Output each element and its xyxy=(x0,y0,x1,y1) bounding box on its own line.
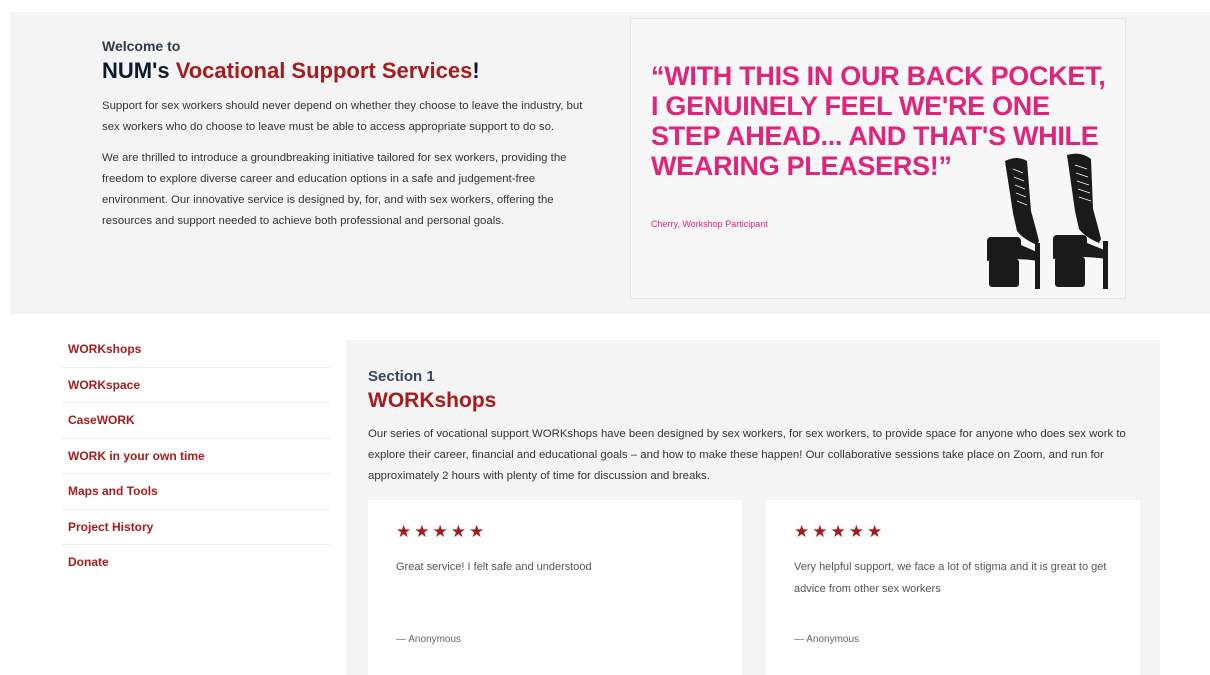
hero-kicker: Welcome to xyxy=(102,38,181,54)
sidebar-item-workspace[interactable]: WORKspace xyxy=(62,368,330,403)
hero-intro: Welcome to NUM's Vocational Support Serv… xyxy=(102,38,602,242)
section-title: WORKshops xyxy=(368,389,497,412)
review-text: Great service! I felt safe and understoo… xyxy=(396,561,592,573)
hero-title-suffix: ! xyxy=(472,58,480,83)
hero-banner: Welcome to NUM's Vocational Support Serv… xyxy=(10,12,1210,314)
hero-title-accent: Vocational Support Services xyxy=(175,58,473,83)
star-rating-icon: ★★★★★ xyxy=(396,522,488,541)
section-number: Section 1 xyxy=(368,368,435,385)
review-card: ★★★★★ Very helpful support, we face a lo… xyxy=(766,500,1140,675)
sidebar-item-work-in-your-own-time[interactable]: WORK in your own time xyxy=(62,439,330,474)
hero-title-prefix: NUM's xyxy=(102,58,176,83)
quote-attribution: Cherry, Workshop Participant xyxy=(651,219,768,229)
workshops-section: Section 1 WORKshops Our series of vocati… xyxy=(346,340,1160,675)
sidebar-item-casework[interactable]: CaseWORK xyxy=(62,403,330,439)
hero-title: NUM's Vocational Support Services! xyxy=(102,58,602,84)
review-author: — Anonymous xyxy=(396,634,462,645)
sidebar-item-project-history[interactable]: Project History xyxy=(62,510,330,545)
sidebar-item-workshops[interactable]: WORKshops xyxy=(62,332,330,368)
section-description: Our series of vocational support WORKsho… xyxy=(368,428,1126,482)
sidebar-nav: WORKshops WORKspace CaseWORK WORK in you… xyxy=(62,332,330,581)
hero-paragraph: We are thrilled to introduce a groundbre… xyxy=(102,152,567,227)
hero-paragraph: Support for sex workers should never dep… xyxy=(102,100,583,133)
sidebar-item-donate[interactable]: Donate xyxy=(62,545,330,581)
review-card: ★★★★★ Great service! I felt safe and und… xyxy=(368,500,742,675)
review-author: — Anonymous xyxy=(794,634,860,645)
platform-boots-illustration xyxy=(987,153,1108,289)
star-rating-icon: ★★★★★ xyxy=(794,522,886,541)
sidebar-item-maps-and-tools[interactable]: Maps and Tools xyxy=(62,474,330,510)
testimonial-quote-card: “WITH THIS IN OUR BACK POCKET, I GENUINE… xyxy=(630,18,1126,299)
review-text: Very helpful support, we face a lot of s… xyxy=(794,561,1107,595)
